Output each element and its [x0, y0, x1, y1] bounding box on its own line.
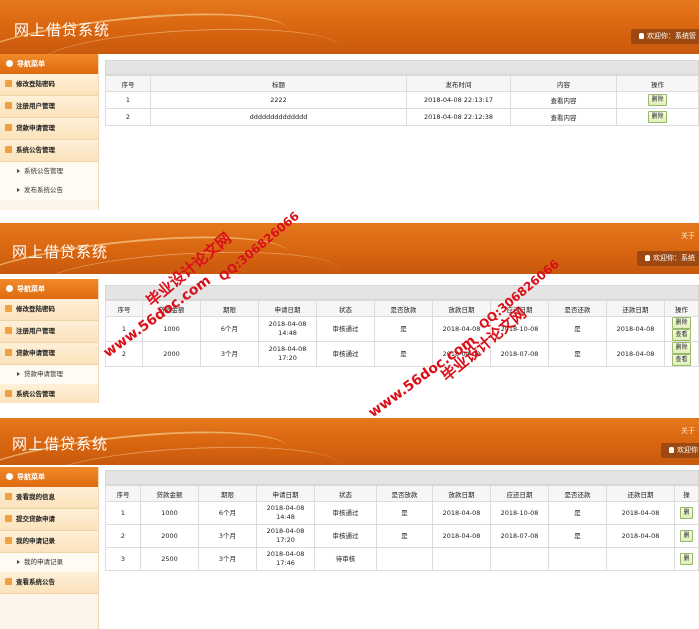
- edit-icon: [5, 102, 12, 109]
- table-header: 序号 贷款金额 期限 申请日期 状态 是否放款 放款日期 应还日期 是否还款 还款日期操: [105, 485, 699, 502]
- sidebar-item-submit-loan[interactable]: 提交贷款申请: [0, 509, 98, 531]
- app-title: 网上借贷系统: [14, 21, 111, 39]
- user-loan-records-screen: 网上借贷系统 关于 欢迎你 导航菜单 查看我的信息 提交贷款申请 我的申请记录 …: [0, 418, 699, 629]
- view-button[interactable]: 查看: [672, 329, 691, 341]
- user-icon: [645, 255, 650, 261]
- app-title: 网上借贷系统: [12, 435, 109, 453]
- folder-icon: [5, 146, 12, 153]
- table-row: 1 1000 6个月 2018-04-08 14:48 审核通过是 2018-04-0…: [105, 316, 699, 342]
- announcement-table: 序号 标题 发布时间 内容 操作 1 2222 2018-04-08 22:13…: [105, 75, 699, 126]
- table-header: 序号 贷款金额 期限 申请日期 状态 是否放款 放款日期 应还日期 是否还款 还款日期 操作: [105, 300, 699, 317]
- folder-icon: [5, 124, 12, 131]
- sidebar-item-change-password[interactable]: 修改登陆密码: [0, 74, 98, 96]
- main-content: 序号 贷款金额 期限 申请日期 状态 是否放款 放款日期 应还日期 是否还款 还款日期操 1…: [105, 470, 699, 571]
- delete-button[interactable]: 删除: [648, 94, 667, 106]
- about-link[interactable]: 关于: [681, 426, 695, 436]
- sidebar-item-my-info[interactable]: 查看我的信息: [0, 487, 98, 509]
- table-row: 2 2000 3个月 2018-04-08 17:20 审核通过是 2018-04-0…: [105, 341, 699, 367]
- sidebar-item-announcement-management[interactable]: 系统公告管理: [0, 140, 98, 162]
- sidebar-item-change-password[interactable]: 修改登陆密码: [0, 299, 98, 321]
- sidebar-item-loan-management[interactable]: 贷款申请管理: [0, 118, 98, 140]
- sidebar-item-user-management[interactable]: 注册用户管理: [0, 96, 98, 118]
- main-content: 序号 标题 发布时间 内容 操作 1 2222 2018-04-08 22:13…: [105, 60, 699, 126]
- app-title: 网上借贷系统: [12, 243, 109, 261]
- toolbar-strip: [105, 470, 699, 485]
- table-header: 序号 标题 发布时间 内容 操作: [105, 75, 699, 92]
- admin-announcements-screen: 网上借贷系统 欢迎你：系统管 导航菜单 修改登陆密码 注册用户管理 贷款申请管理…: [0, 0, 699, 210]
- folder-icon: [5, 349, 12, 356]
- sidebar-subitem-my-records[interactable]: 我的申请记录: [0, 553, 98, 572]
- menu-icon: [6, 60, 13, 67]
- folder-icon: [5, 537, 12, 544]
- delete-button[interactable]: 删除: [672, 342, 691, 354]
- app-header: 网上借贷系统 关于 欢迎你：系统: [0, 223, 699, 274]
- toolbar-strip: [105, 285, 699, 300]
- edit-icon: [5, 515, 12, 522]
- view-button[interactable]: 查看: [672, 354, 691, 366]
- user-icon: [639, 33, 644, 39]
- main-content: 序号 贷款金额 期限 申请日期 状态 是否放款 放款日期 应还日期 是否还款 还款日期 操作 …: [105, 285, 699, 367]
- welcome-badge[interactable]: 欢迎你：系统管: [631, 29, 699, 44]
- arrow-right-icon: [17, 169, 20, 173]
- sidebar-subitem-loan-management[interactable]: 贷款申请管理: [0, 365, 98, 384]
- nav-menu-header: 导航菜单: [0, 54, 98, 74]
- edit-icon: [5, 327, 12, 334]
- app-header: 网上借贷系统 欢迎你：系统管: [0, 0, 699, 54]
- sidebar-item-my-records[interactable]: 我的申请记录: [0, 531, 98, 553]
- user-icon: [669, 447, 674, 453]
- menu-icon: [6, 285, 13, 292]
- sidebar-item-announcement-management[interactable]: 系统公告管理: [0, 384, 98, 403]
- table-row: 2 2000 3个月 2018-04-08 17:20 审核通过是 2018-04-0…: [105, 524, 699, 548]
- edit-icon: [5, 305, 12, 312]
- folder-icon: [5, 493, 12, 500]
- sidebar: 导航菜单 查看我的信息 提交贷款申请 我的申请记录 我的申请记录 查看系统公告: [0, 467, 99, 629]
- sidebar-subitem-announcement-management[interactable]: 系统公告管理: [0, 162, 98, 181]
- loan-records-table: 序号 贷款金额 期限 申请日期 状态 是否放款 放款日期 应还日期 是否还款 还款日期操 1…: [105, 485, 699, 571]
- welcome-badge[interactable]: 欢迎你：系统: [637, 251, 699, 266]
- sidebar-subitem-publish-announcement[interactable]: 发布系统公告: [0, 181, 98, 200]
- folder-icon: [5, 578, 12, 585]
- table-row: 1 2222 2018-04-08 22:13:17 查看内容 删除: [105, 91, 699, 109]
- admin-loan-screen: 网上借贷系统 关于 欢迎你：系统 导航菜单 修改登陆密码 注册用户管理 贷款申请…: [0, 223, 699, 403]
- menu-icon: [6, 473, 13, 480]
- edit-icon: [5, 80, 12, 87]
- sidebar: 导航菜单 修改登陆密码 注册用户管理 贷款申请管理 系统公告管理 系统公告管理 …: [0, 54, 99, 210]
- delete-button[interactable]: 删: [680, 530, 693, 542]
- sidebar-item-user-management[interactable]: 注册用户管理: [0, 321, 98, 343]
- folder-icon: [5, 390, 12, 397]
- delete-button[interactable]: 删除: [648, 111, 667, 123]
- table-row: 3 2500 3个月 2018-04-08 17:46 待审核 删: [105, 547, 699, 571]
- view-content-link[interactable]: 查看内容: [510, 108, 617, 126]
- delete-button[interactable]: 删: [680, 553, 693, 565]
- table-row: 1 1000 6个月 2018-04-08 14:48 审核通过是 2018-04-0…: [105, 501, 699, 525]
- delete-button[interactable]: 删除: [672, 317, 691, 329]
- sidebar-item-loan-management[interactable]: 贷款申请管理: [0, 343, 98, 365]
- toolbar-strip: [105, 60, 699, 75]
- about-link[interactable]: 关于: [681, 231, 695, 241]
- nav-menu-header: 导航菜单: [0, 467, 98, 487]
- table-row: 2 dddddddddddddd 2018-04-08 22:12:38 查看内…: [105, 108, 699, 126]
- app-header: 网上借贷系统 关于 欢迎你: [0, 418, 699, 465]
- arrow-right-icon: [17, 372, 20, 376]
- delete-button[interactable]: 删: [680, 507, 693, 519]
- welcome-badge[interactable]: 欢迎你: [661, 443, 699, 458]
- sidebar: 导航菜单 修改登陆密码 注册用户管理 贷款申请管理 贷款申请管理 系统公告管理: [0, 279, 99, 403]
- view-content-link[interactable]: 查看内容: [510, 91, 617, 109]
- arrow-right-icon: [17, 560, 20, 564]
- nav-menu-header: 导航菜单: [0, 279, 98, 299]
- loan-table: 序号 贷款金额 期限 申请日期 状态 是否放款 放款日期 应还日期 是否还款 还款日期 操作 …: [105, 300, 699, 367]
- arrow-right-icon: [17, 188, 20, 192]
- sidebar-item-view-announcements[interactable]: 查看系统公告: [0, 572, 98, 594]
